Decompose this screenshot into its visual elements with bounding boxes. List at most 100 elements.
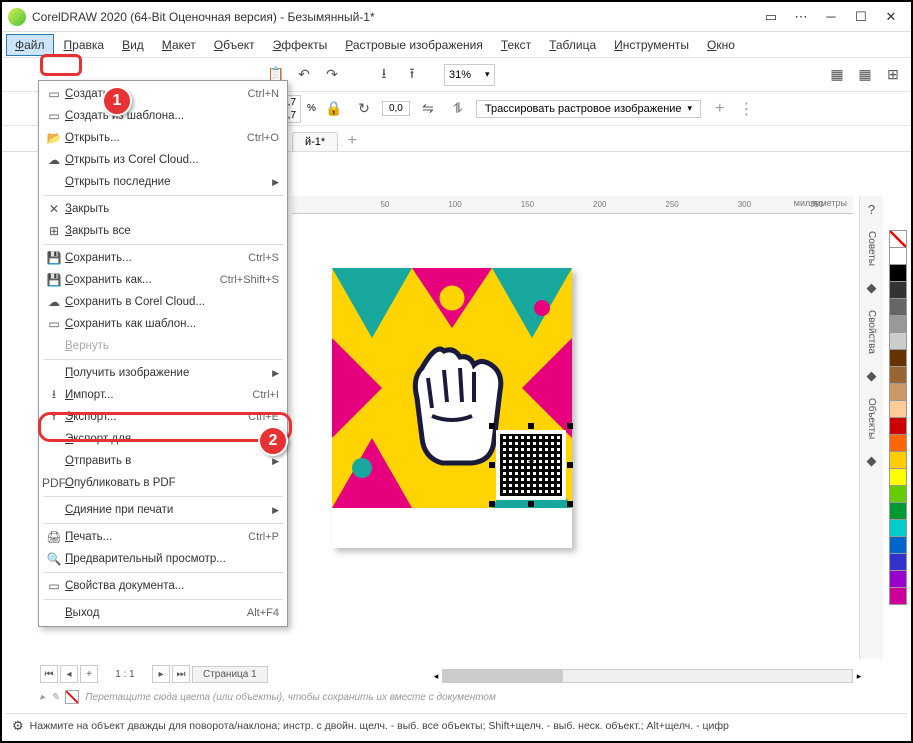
zoom-select[interactable]: 31% ▾ (444, 64, 495, 86)
eyedropper-icon[interactable]: ▸ (40, 692, 45, 703)
menu-окно[interactable]: Окно (699, 35, 743, 55)
color-swatch[interactable] (889, 417, 907, 435)
help-icon[interactable]: ⋯ (787, 6, 815, 28)
document-palette[interactable]: ▸ ✎ Перетащите сюда цвета (или объекты),… (40, 687, 881, 707)
docker-tab[interactable]: Объекты (864, 394, 879, 443)
page-last-button[interactable]: ⏭ (172, 665, 190, 683)
page-tab[interactable]: Страница 1 (192, 666, 268, 683)
menu-item[interactable]: Экспорт для▶ (39, 428, 287, 450)
redo-icon[interactable]: ↷ (320, 63, 344, 87)
mirror-v-icon[interactable]: ⥮ (446, 97, 470, 121)
docker-tab[interactable]: Свойства (864, 306, 879, 358)
menu-item[interactable]: ▭Свойства документа... (39, 575, 287, 597)
color-swatch[interactable] (889, 570, 907, 588)
maximize-button[interactable]: ☐ (847, 6, 875, 28)
color-swatch[interactable] (889, 400, 907, 418)
launch-icon[interactable]: ⊞ (881, 63, 905, 87)
menu-объект[interactable]: Объект (206, 35, 263, 55)
undo-icon[interactable]: ↶ (292, 63, 316, 87)
color-swatch[interactable] (889, 519, 907, 537)
trace-bitmap-button[interactable]: Трассировать растровое изображение▾ (476, 100, 701, 118)
scroll-left-icon[interactable]: ◂ (429, 670, 443, 682)
no-color-swatch[interactable] (889, 230, 907, 248)
menu-инструменты[interactable]: Инструменты (606, 35, 697, 55)
menu-item[interactable]: ▭Создать...Ctrl+N (39, 83, 287, 105)
menu-item[interactable]: 🔍Предварительный просмотр... (39, 548, 287, 570)
color-swatch[interactable] (889, 536, 907, 554)
hints-icon[interactable]: ? (868, 202, 875, 217)
menu-item[interactable]: ☁Открыть из Corel Cloud... (39, 149, 287, 171)
mirror-h-icon[interactable]: ⇋ (416, 97, 440, 121)
tab-add-button[interactable]: + (342, 131, 362, 151)
rotation-input[interactable]: 0,0 (382, 101, 410, 116)
color-swatch[interactable] (889, 451, 907, 469)
import-icon[interactable]: ⭳ (372, 63, 396, 87)
menu-item[interactable]: ⭳Импорт...Ctrl+I (39, 384, 287, 406)
minimize-button[interactable]: ─ (817, 6, 845, 28)
menu-item[interactable]: 🖨Печать...Ctrl+P (39, 526, 287, 548)
color-swatch[interactable] (889, 298, 907, 316)
snap-icon[interactable]: ▦ (825, 63, 849, 87)
grid-icon[interactable]: ▦ (853, 63, 877, 87)
menu-файл[interactable]: Файл (6, 34, 54, 56)
color-swatch[interactable] (889, 247, 907, 265)
menu-таблица[interactable]: Таблица (541, 35, 604, 55)
menu-правка[interactable]: Правка (56, 35, 113, 55)
menu-item[interactable]: Получить изображение▶ (39, 362, 287, 384)
page-next-button[interactable]: ▸ (152, 665, 170, 683)
menu-item[interactable]: 💾Сохранить...Ctrl+S (39, 247, 287, 269)
docker-icon[interactable]: ◆ (867, 453, 877, 469)
docker-icon[interactable]: ◆ (867, 280, 877, 296)
horizontal-scrollbar[interactable]: ◂ ▸ (442, 669, 853, 683)
color-swatch[interactable] (889, 281, 907, 299)
no-color-swatch-doc[interactable] (65, 690, 79, 704)
menu-item[interactable]: PDFОпубликовать в PDF (39, 472, 287, 494)
canvas-area[interactable]: ✕ (292, 214, 853, 659)
menu-item[interactable]: Сдияние при печати▶ (39, 499, 287, 521)
lock-icon[interactable]: 🔒 (322, 97, 346, 121)
export-icon[interactable]: ⭱ (400, 63, 424, 87)
menu-item[interactable]: ✕Закрыть (39, 198, 287, 220)
color-swatch[interactable] (889, 587, 907, 605)
color-swatch[interactable] (889, 366, 907, 384)
menu-эффекты[interactable]: Эффекты (265, 35, 336, 55)
menu-вид[interactable]: Вид (114, 35, 152, 55)
gear-icon[interactable]: ⚙ (12, 718, 24, 734)
menu-item[interactable]: 💾Сохранить как...Ctrl+Shift+S (39, 269, 287, 291)
menu-item[interactable]: ⊞Закрыть все (39, 220, 287, 242)
color-swatch[interactable] (889, 434, 907, 452)
color-swatch[interactable] (889, 502, 907, 520)
color-swatch[interactable] (889, 485, 907, 503)
pencil-icon[interactable]: ✎ (51, 692, 59, 703)
menu-item[interactable]: ⭱Экспорт...Ctrl+E (39, 406, 287, 428)
close-button[interactable]: ✕ (877, 6, 905, 28)
menu-макет[interactable]: Макет (154, 35, 204, 55)
menu-item[interactable]: Открыть последние▶ (39, 171, 287, 193)
page-prev-button[interactable]: ◂ (60, 665, 78, 683)
menu-item[interactable]: ▭Сохранить как шаблон... (39, 313, 287, 335)
page-first-button[interactable]: ⏮ (40, 665, 58, 683)
scroll-right-icon[interactable]: ▸ (852, 670, 866, 682)
selection-handles[interactable]: ✕ (492, 426, 570, 504)
tab-document[interactable]: й-1* (292, 132, 338, 151)
color-swatch[interactable] (889, 553, 907, 571)
add-button[interactable]: + (715, 100, 724, 118)
menu-растровые изображения[interactable]: Растровые изображения (337, 35, 491, 55)
color-swatch[interactable] (889, 349, 907, 367)
menu-item[interactable]: 📂Открыть...Ctrl+O (39, 127, 287, 149)
page-add-button[interactable]: + (80, 665, 98, 683)
menu-item[interactable]: ▭Создать из шаблона... (39, 105, 287, 127)
scroll-thumb[interactable] (443, 670, 563, 682)
color-swatch[interactable] (889, 383, 907, 401)
color-swatch[interactable] (889, 332, 907, 350)
color-swatch[interactable] (889, 264, 907, 282)
layout-icon[interactable]: ▭ (757, 6, 785, 28)
options-icon[interactable]: ⋮ (738, 99, 754, 119)
menu-item[interactable]: Отправить в▶ (39, 450, 287, 472)
menu-текст[interactable]: Текст (493, 35, 539, 55)
color-swatch[interactable] (889, 468, 907, 486)
docker-tab[interactable]: Советы (864, 227, 879, 270)
color-swatch[interactable] (889, 315, 907, 333)
menu-item[interactable]: ☁Сохранить в Corel Cloud... (39, 291, 287, 313)
menu-item[interactable]: ВыходAlt+F4 (39, 602, 287, 624)
